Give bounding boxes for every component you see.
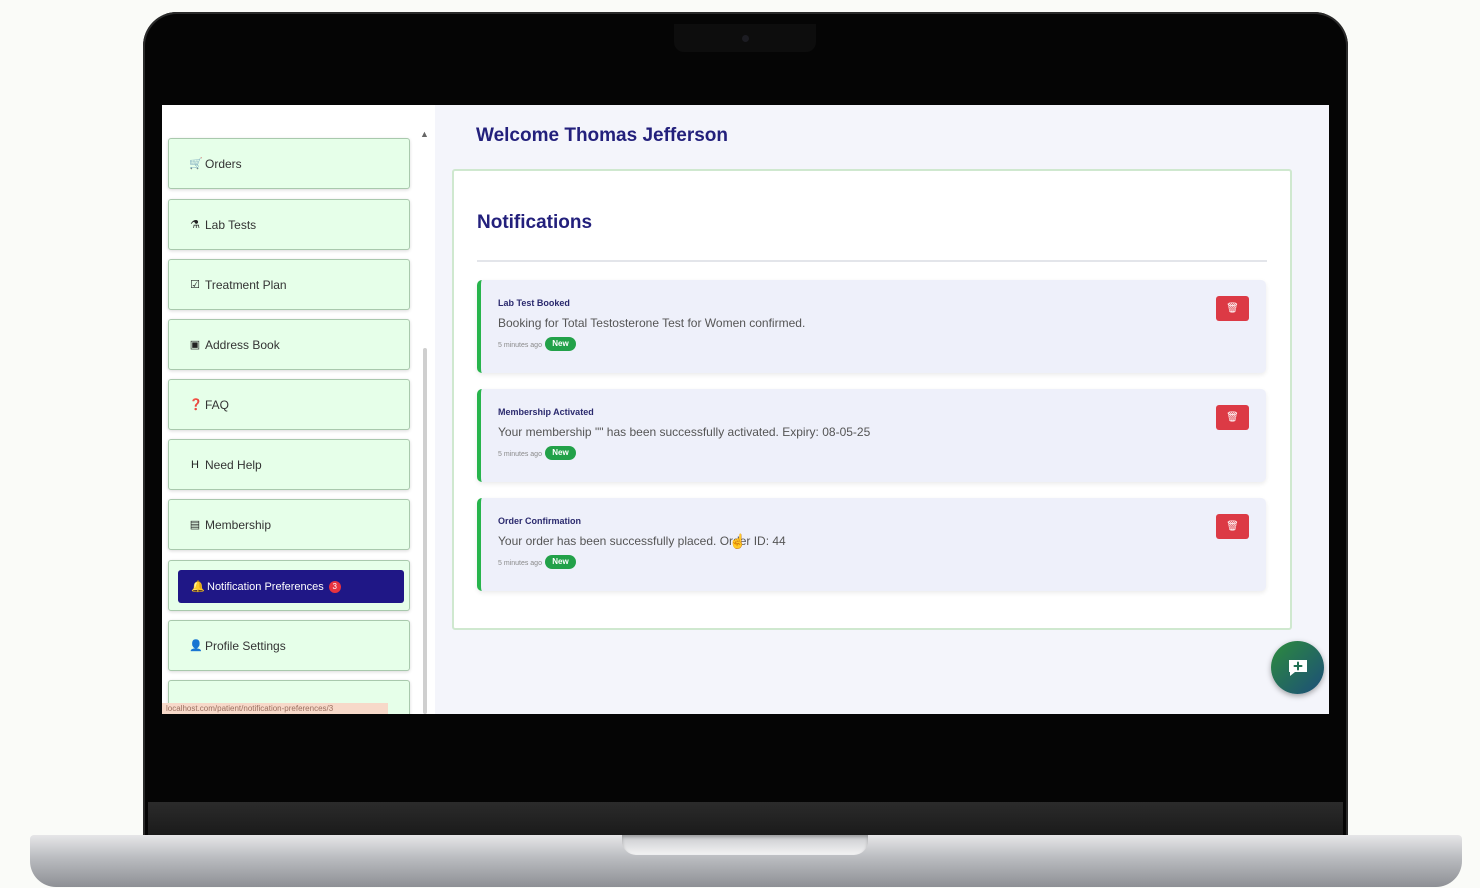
chat-button[interactable] (1271, 641, 1324, 694)
sidebar-item-orders[interactable]: 🛒 Orders (168, 138, 410, 189)
status-bar-url: localhost.com/patient/notification-prefe… (162, 703, 388, 714)
new-badge: New (545, 337, 576, 351)
flask-icon: ⚗ (190, 219, 200, 231)
laptop-hinge (148, 802, 1343, 836)
bell-icon: 🔔 (191, 581, 205, 593)
sidebar-item-label: Notification Preferences (207, 580, 324, 593)
sidebar-item-label: Address Book (205, 337, 280, 352)
sidebar-item-label: Lab Tests (205, 217, 257, 232)
app-screen: 🛒 Orders ⚗ Lab Tests ☑ Treatment Plan ▣ … (162, 105, 1329, 714)
sidebar-item-membership[interactable]: ▤ Membership (168, 499, 410, 550)
notification-time: 5 minutes ago (498, 560, 542, 567)
delete-notification-button[interactable]: 🗑 (1216, 514, 1249, 539)
sidebar-item-label: Orders (205, 156, 242, 171)
scroll-up-arrow-icon[interactable]: ▲ (420, 129, 429, 139)
trash-icon: 🗑 (1226, 521, 1239, 532)
notification-card: Lab Test Booked Booking for Total Testos… (477, 280, 1266, 373)
welcome-heading: Welcome Thomas Jefferson (476, 125, 729, 146)
chat-plus-icon (1288, 659, 1307, 676)
sidebar-item-label: Profile Settings (205, 638, 286, 653)
sidebar-item-need-help[interactable]: H Need Help (168, 439, 410, 490)
user-icon: 👤 (189, 640, 203, 652)
laptop-base-groove (622, 835, 868, 855)
checklist-icon: ☑ (190, 279, 200, 291)
notification-message: Your membership "" has been successfully… (498, 425, 871, 439)
delete-notification-button[interactable]: 🗑 (1216, 296, 1249, 321)
sidebar-item-faq[interactable]: ❓ FAQ (168, 379, 410, 430)
help-icon: H (191, 458, 199, 471)
sidebar-item-label: Treatment Plan (205, 277, 287, 292)
notification-time: 5 minutes ago (498, 342, 542, 349)
notifications-panel: Notifications Lab Test Booked Booking fo… (452, 169, 1292, 630)
notification-card: Order Confirmation Your order has been s… (477, 498, 1266, 591)
sidebar-item-label: FAQ (205, 397, 230, 412)
trash-icon: 🗑 (1226, 412, 1239, 423)
id-card-icon: ▤ (189, 519, 201, 531)
new-badge: New (545, 446, 576, 460)
notification-message: Booking for Total Testosterone Test for … (498, 316, 806, 330)
cart-icon: 🛒 (189, 158, 203, 170)
sidebar-item-address-book[interactable]: ▣ Address Book (168, 319, 410, 370)
new-badge: New (545, 555, 576, 569)
notification-time: 5 minutes ago (498, 451, 542, 458)
notification-title: Order Confirmation (498, 516, 582, 526)
notifications-title: Notifications (477, 212, 593, 233)
sidebar-item-treatment-plan[interactable]: ☑ Treatment Plan (168, 259, 410, 310)
sidebar-scrollbar[interactable] (423, 348, 427, 714)
active-item-pill[interactable]: 🔔 Notification Preferences 3 (178, 570, 404, 603)
delete-notification-button[interactable]: 🗑 (1216, 405, 1249, 430)
address-book-icon: ▣ (189, 339, 201, 351)
trash-icon: 🗑 (1226, 303, 1239, 314)
sidebar-item-label: Membership (205, 517, 272, 532)
sidebar-item-label: Need Help (205, 457, 262, 472)
sidebar-item-lab-tests[interactable]: ⚗ Lab Tests (168, 199, 410, 250)
sidebar-item-notification-preferences[interactable]: 🔔 Notification Preferences 3 (168, 560, 410, 611)
divider (477, 260, 1267, 262)
notification-title: Membership Activated (498, 407, 594, 417)
notification-title: Lab Test Booked (498, 298, 570, 308)
camera-icon (742, 35, 749, 42)
question-icon: ❓ (189, 399, 203, 411)
sidebar-item-profile-settings[interactable]: 👤 Profile Settings (168, 620, 410, 671)
notification-card: Membership Activated Your membership "" … (477, 389, 1266, 482)
mouse-cursor-icon: ☝ (729, 533, 747, 549)
sidebar: 🛒 Orders ⚗ Lab Tests ☑ Treatment Plan ▣ … (162, 105, 435, 714)
notification-count-badge: 3 (328, 580, 341, 593)
